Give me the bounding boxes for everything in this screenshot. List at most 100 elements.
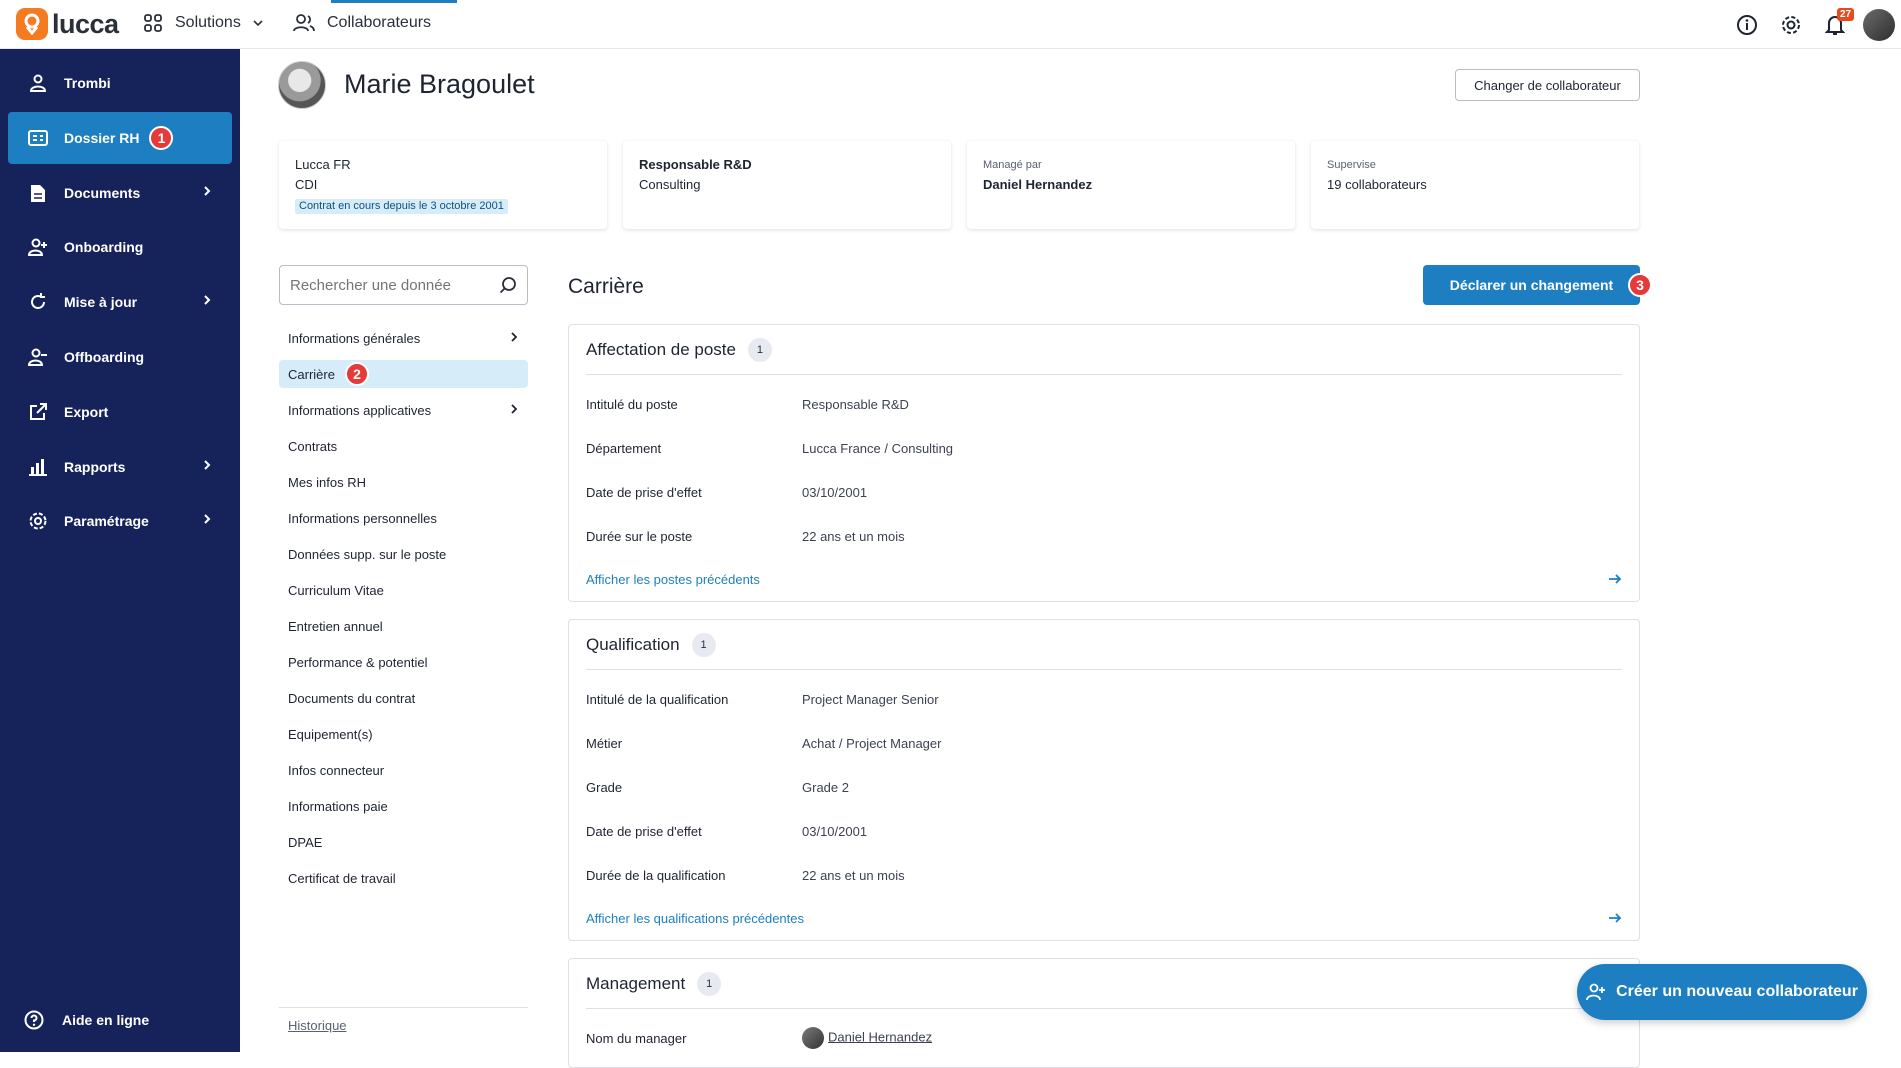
sidebar-item-rapports[interactable]: Rapports	[8, 441, 232, 493]
sidebar-item-documents[interactable]: Documents	[8, 167, 232, 219]
field-row: Nom du manager Daniel Hernandez	[586, 1016, 1622, 1060]
sidebar-item-label: Onboarding	[64, 239, 144, 255]
show-previous-qualifications-link[interactable]: Afficher les qualifications précédentes	[586, 897, 1622, 939]
field-label: Métier	[586, 735, 623, 751]
apps-grid-icon	[144, 14, 162, 32]
create-employee-button[interactable]: Créer un nouveau collaborateur	[1577, 964, 1867, 1020]
lucca-logo[interactable]: lucca	[16, 8, 119, 40]
nav-item-mes-infos-rh[interactable]: Mes infos RH	[279, 464, 528, 500]
link-label: Afficher les postes précédents	[586, 571, 760, 587]
nav-item-informations-applicatives[interactable]: Informations applicatives	[279, 392, 528, 428]
field-label: Intitulé du poste	[586, 396, 678, 412]
sidebar-item-label: Documents	[64, 185, 141, 201]
sidebar-item-onboarding[interactable]: Onboarding	[8, 221, 232, 273]
notifications-button[interactable]: 27	[1813, 0, 1857, 49]
change-employee-button[interactable]: Changer de collaborateur	[1455, 69, 1640, 101]
nav-item-equipements[interactable]: Equipement(s)	[279, 716, 528, 752]
manager-name: Daniel Hernandez	[983, 177, 1093, 192]
gear-icon	[1782, 15, 1800, 34]
lucca-logo-icon	[16, 8, 48, 40]
show-previous-positions-link[interactable]: Afficher les postes précédents	[586, 558, 1622, 600]
settings-button[interactable]	[1769, 0, 1813, 49]
help-label: Aide en ligne	[62, 1012, 150, 1028]
nav-item-donnees-supp[interactable]: Données supp. sur le poste	[279, 536, 528, 572]
nav-item-informations-paie[interactable]: Informations paie	[279, 788, 528, 824]
gear-icon	[26, 509, 50, 533]
person-icon	[26, 71, 50, 95]
nav-item-contrats[interactable]: Contrats	[279, 428, 528, 464]
collaborateurs-app-link[interactable]: Collaborateurs	[293, 13, 431, 33]
nav-item-performance-potentiel[interactable]: Performance & potentiel	[279, 644, 528, 680]
info-button[interactable]	[1725, 0, 1769, 49]
declare-change-button[interactable]: Déclarer un changement	[1423, 265, 1640, 305]
field-label: Grade	[586, 779, 623, 795]
sidebar-item-trombi[interactable]: Trombi	[8, 57, 232, 109]
nav-item-label: Entretien annuel	[288, 618, 383, 634]
count-badge: 1	[691, 632, 716, 657]
data-category-nav: Informations générales Carrière 2 Informa…	[279, 320, 528, 896]
top-bar: lucca Solutions Collaborateurs 27	[0, 0, 1901, 49]
help-link[interactable]: Aide en ligne	[8, 1000, 232, 1040]
sidebar-item-parametrage[interactable]: Paramétrage	[8, 495, 232, 547]
collaborateurs-label: Collaborateurs	[327, 14, 432, 31]
nav-item-carriere[interactable]: Carrière 2	[279, 360, 528, 388]
chevron-right-icon	[511, 404, 518, 414]
field-row: Intitulé du poste Responsable R&D	[586, 382, 1622, 426]
arrow-right-icon	[1609, 574, 1622, 584]
bar-chart-icon	[26, 455, 50, 479]
create-employee-label: Créer un nouveau collaborateur	[1616, 983, 1858, 1000]
step-marker: 1	[149, 126, 174, 150]
nav-item-label: Carrière	[288, 366, 335, 382]
nav-item-certificat-travail[interactable]: Certificat de travail	[279, 860, 528, 896]
sidebar-item-label: Export	[64, 404, 109, 420]
contract-type: CDI	[295, 177, 318, 192]
field-row: Durée sur le poste 22 ans et un mois	[586, 514, 1622, 558]
chevron-right-icon	[204, 514, 211, 524]
nav-item-dpae[interactable]: DPAE	[279, 824, 528, 860]
nav-item-label: Performance & potentiel	[288, 654, 428, 670]
job-title: Responsable R&D	[639, 157, 752, 172]
sidebar-item-export[interactable]: Export	[8, 386, 232, 438]
sidebar-item-label: Offboarding	[64, 349, 145, 365]
nav-item-label: Informations applicatives	[288, 402, 432, 418]
field-label: Nom du manager	[586, 1030, 687, 1046]
sidebar-item-offboarding[interactable]: Offboarding	[8, 331, 232, 383]
field-row: Département Lucca France / Consulting	[586, 426, 1622, 470]
people-icon	[293, 14, 315, 32]
declare-change-label: Déclarer un changement	[1449, 277, 1614, 293]
sidebar-item-dossier-rh[interactable]: Dossier RH 1	[8, 112, 232, 164]
info-icon	[1737, 14, 1757, 35]
field-row: Métier Achat / Project Manager	[586, 721, 1622, 765]
person-add-icon	[1586, 983, 1606, 1001]
search-input[interactable]	[290, 276, 500, 294]
nav-item-label: Curriculum Vitae	[288, 582, 384, 598]
document-icon	[26, 181, 50, 205]
person-add-icon	[26, 235, 50, 259]
nav-item-curriculum-vitae[interactable]: Curriculum Vitae	[279, 572, 528, 608]
user-avatar[interactable]	[1863, 8, 1895, 41]
nav-item-informations-generales[interactable]: Informations générales	[279, 320, 528, 356]
department: Consulting	[639, 177, 701, 192]
sidebar-item-label: Dossier RH	[64, 130, 140, 146]
contract-card: Lucca FR CDI Contrat en cours depuis le …	[279, 141, 607, 229]
sidebar-item-mise-a-jour[interactable]: Mise à jour	[8, 276, 232, 328]
sidebar-item-label: Rapports	[64, 459, 126, 475]
nav-item-label: Equipement(s)	[288, 726, 373, 742]
link-label: Afficher les qualifications précédentes	[586, 910, 804, 926]
chevron-right-icon	[511, 332, 518, 342]
field-row: Durée de la qualification 22 ans et un mo…	[586, 853, 1622, 897]
nav-item-entretien-annuel[interactable]: Entretien annuel	[279, 608, 528, 644]
field-label: Département	[586, 440, 662, 456]
field-value: Lucca France / Consulting	[802, 440, 954, 456]
management-header: Management 1	[586, 959, 1622, 1009]
nav-item-documents-contrat[interactable]: Documents du contrat	[279, 680, 528, 716]
history-link[interactable]: Historique	[288, 1018, 347, 1033]
manager-link[interactable]: Daniel Hernandez	[802, 1027, 932, 1049]
solutions-menu[interactable]: Solutions	[143, 13, 263, 33]
nav-item-label: Informations générales	[288, 330, 421, 346]
nav-item-infos-connecteur[interactable]: Infos connecteur	[279, 752, 528, 788]
nav-item-informations-personnelles[interactable]: Informations personnelles	[279, 500, 528, 536]
chevron-right-icon	[204, 460, 211, 470]
field-label: Date de prise d'effet	[586, 484, 702, 500]
chevron-right-icon	[204, 186, 211, 196]
